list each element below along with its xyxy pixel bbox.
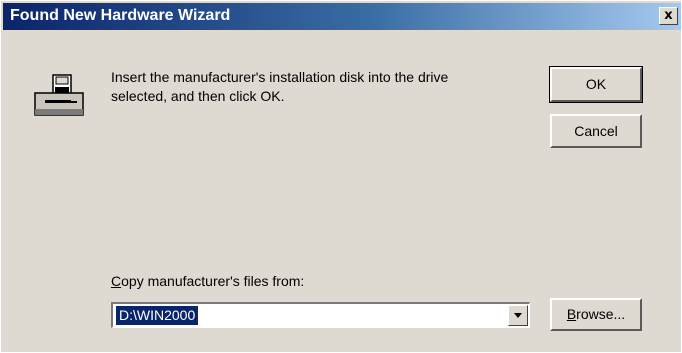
window-title: Found New Hardware Wizard (10, 7, 231, 24)
floppy-disk-drive-icon (34, 74, 84, 116)
instruction-message: Insert the manufacturer's installation d… (111, 68, 531, 106)
cancel-button[interactable]: Cancel (550, 114, 642, 148)
ok-button[interactable]: OK (549, 66, 643, 103)
copy-from-value[interactable]: D:\WIN2000 (116, 306, 199, 325)
instruction-line-1: Insert the manufacturer's installation d… (111, 69, 449, 85)
copy-from-label-accelerator: C (111, 273, 122, 289)
chevron-down-icon[interactable] (508, 305, 528, 326)
browse-label: rowse... (576, 306, 626, 322)
found-new-hardware-dialog: Found New Hardware Wizard x Insert the m… (0, 0, 682, 353)
browse-button[interactable]: Browse... (550, 298, 642, 331)
instruction-line-2: selected, and then click OK. (111, 88, 285, 104)
copy-from-label: Copy manufacturer's files from: (111, 273, 304, 289)
browse-accelerator: B (566, 306, 577, 322)
title-bar: Found New Hardware Wizard x (3, 3, 681, 30)
close-icon: x (664, 8, 673, 23)
copy-from-label-text: opy manufacturer's files from: (121, 273, 305, 289)
copy-from-combobox[interactable]: D:\WIN2000 (111, 302, 530, 328)
close-button[interactable]: x (659, 7, 678, 25)
